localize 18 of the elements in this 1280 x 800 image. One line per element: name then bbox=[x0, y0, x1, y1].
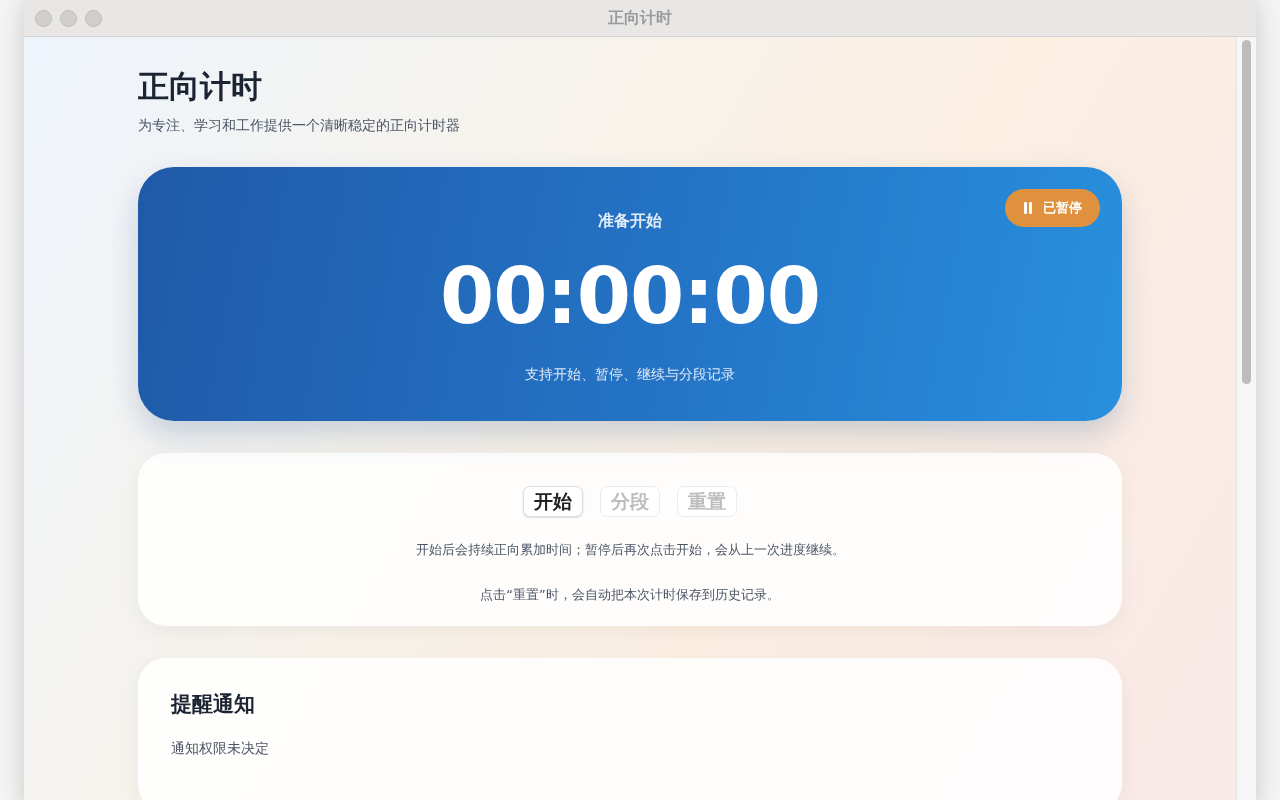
section-title: 提醒通知 bbox=[171, 690, 256, 718]
page-subtitle: 为专注、学习和工作提供一个清晰稳定的正向计时器 bbox=[138, 117, 461, 135]
timer-status: 准备开始 bbox=[598, 211, 662, 232]
window-control-icon[interactable] bbox=[85, 9, 102, 27]
scrollbar-thumb[interactable] bbox=[1242, 40, 1251, 384]
permission-status: 通知权限未决定 bbox=[171, 739, 270, 758]
window-control-icon[interactable] bbox=[60, 9, 77, 27]
window-control-icon[interactable] bbox=[35, 9, 52, 27]
timer-hint: 支持开始、暂停、继续与分段记录 bbox=[525, 366, 735, 384]
help-text: 开始后会持续正向累加时间；暂停后再次点击开始，会从上一次进度继续。 bbox=[415, 541, 845, 560]
control-button[interactable]: 开始 bbox=[523, 486, 583, 518]
help-text: 点击“重置”时，会自动把本次计时保存到历史记录。 bbox=[480, 586, 780, 605]
timer-display: 00:00:00 bbox=[440, 250, 820, 342]
status-label: 已暂停 bbox=[1043, 199, 1082, 217]
pause-icon bbox=[1023, 202, 1033, 214]
page-title: 正向计时 bbox=[138, 67, 263, 105]
scrollbar[interactable] bbox=[1236, 37, 1256, 800]
window-title: 正向计时 bbox=[608, 7, 672, 29]
